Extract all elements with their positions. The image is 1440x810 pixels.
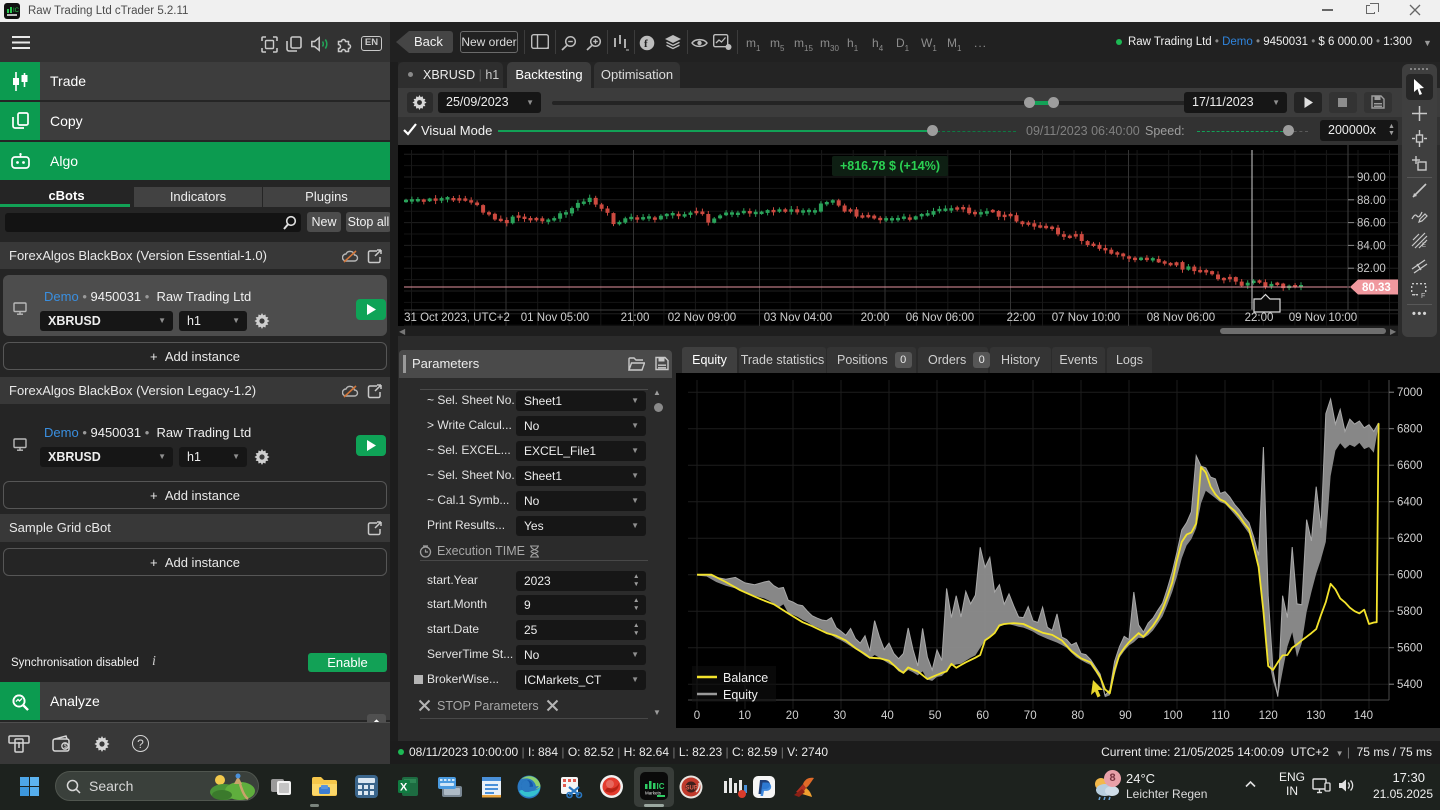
- svg-text:6800: 6800: [1397, 424, 1423, 436]
- svg-text:22:00: 22:00: [1007, 312, 1036, 324]
- svg-text:20: 20: [786, 710, 799, 722]
- svg-text:f: f: [644, 38, 648, 50]
- svg-text:100: 100: [1163, 710, 1182, 722]
- svg-text:120: 120: [1259, 710, 1278, 722]
- svg-text:22:00: 22:00: [1245, 312, 1274, 324]
- svg-text:03 Nov 04:00: 03 Nov 04:00: [764, 312, 832, 324]
- svg-text:02 Nov 09:00: 02 Nov 09:00: [668, 312, 736, 324]
- svg-text:60: 60: [976, 710, 989, 722]
- svg-text:40: 40: [881, 710, 894, 722]
- svg-text:Equity: Equity: [723, 688, 758, 702]
- svg-text:07 Nov 10:00: 07 Nov 10:00: [1052, 312, 1120, 324]
- svg-text:110: 110: [1211, 710, 1229, 722]
- svg-text:5600: 5600: [1397, 643, 1423, 655]
- svg-text:6400: 6400: [1397, 497, 1423, 509]
- svg-text:80.33: 80.33: [1362, 282, 1391, 294]
- svg-text:80: 80: [1071, 710, 1084, 722]
- svg-text:0: 0: [694, 710, 700, 722]
- svg-text:E: E: [1422, 243, 1426, 249]
- svg-text:50: 50: [929, 710, 942, 722]
- svg-text:09 Nov 10:00: 09 Nov 10:00: [1289, 312, 1357, 324]
- svg-text:6200: 6200: [1397, 533, 1423, 545]
- svg-text:F: F: [1421, 293, 1425, 299]
- svg-text:6000: 6000: [1397, 570, 1423, 582]
- svg-text:90.00: 90.00: [1357, 172, 1386, 184]
- svg-text:6600: 6600: [1397, 460, 1423, 472]
- svg-text:7000: 7000: [1397, 387, 1423, 399]
- svg-text:06 Nov 06:00: 06 Nov 06:00: [906, 312, 974, 324]
- svg-text:10: 10: [738, 710, 751, 722]
- svg-text:IC: IC: [13, 8, 20, 14]
- svg-text:130: 130: [1306, 710, 1325, 722]
- svg-text:86.00: 86.00: [1357, 218, 1386, 230]
- svg-text:31 Oct 2023, UTC+2: 31 Oct 2023, UTC+2: [404, 312, 510, 324]
- svg-text:70: 70: [1024, 710, 1037, 722]
- svg-text:Markets: Markets: [645, 791, 662, 796]
- svg-text:+816.78 $ (+14%): +816.78 $ (+14%): [840, 159, 940, 173]
- svg-text:Balance: Balance: [723, 671, 768, 685]
- svg-text:08 Nov 06:00: 08 Nov 06:00: [1147, 312, 1215, 324]
- svg-text:30: 30: [833, 710, 846, 722]
- svg-text:90: 90: [1119, 710, 1132, 722]
- svg-text:X: X: [400, 782, 408, 794]
- svg-text:84.00: 84.00: [1357, 240, 1386, 252]
- svg-text:140: 140: [1354, 710, 1373, 722]
- svg-text:21:00: 21:00: [621, 312, 650, 324]
- svg-text:5800: 5800: [1397, 606, 1423, 618]
- svg-text:20:00: 20:00: [861, 312, 890, 324]
- svg-text:01 Nov 05:00: 01 Nov 05:00: [521, 312, 589, 324]
- svg-text:88.00: 88.00: [1357, 195, 1386, 207]
- svg-text:5400: 5400: [1397, 679, 1423, 691]
- svg-text:82.00: 82.00: [1357, 263, 1386, 275]
- svg-text:SUP: SUP: [686, 786, 698, 792]
